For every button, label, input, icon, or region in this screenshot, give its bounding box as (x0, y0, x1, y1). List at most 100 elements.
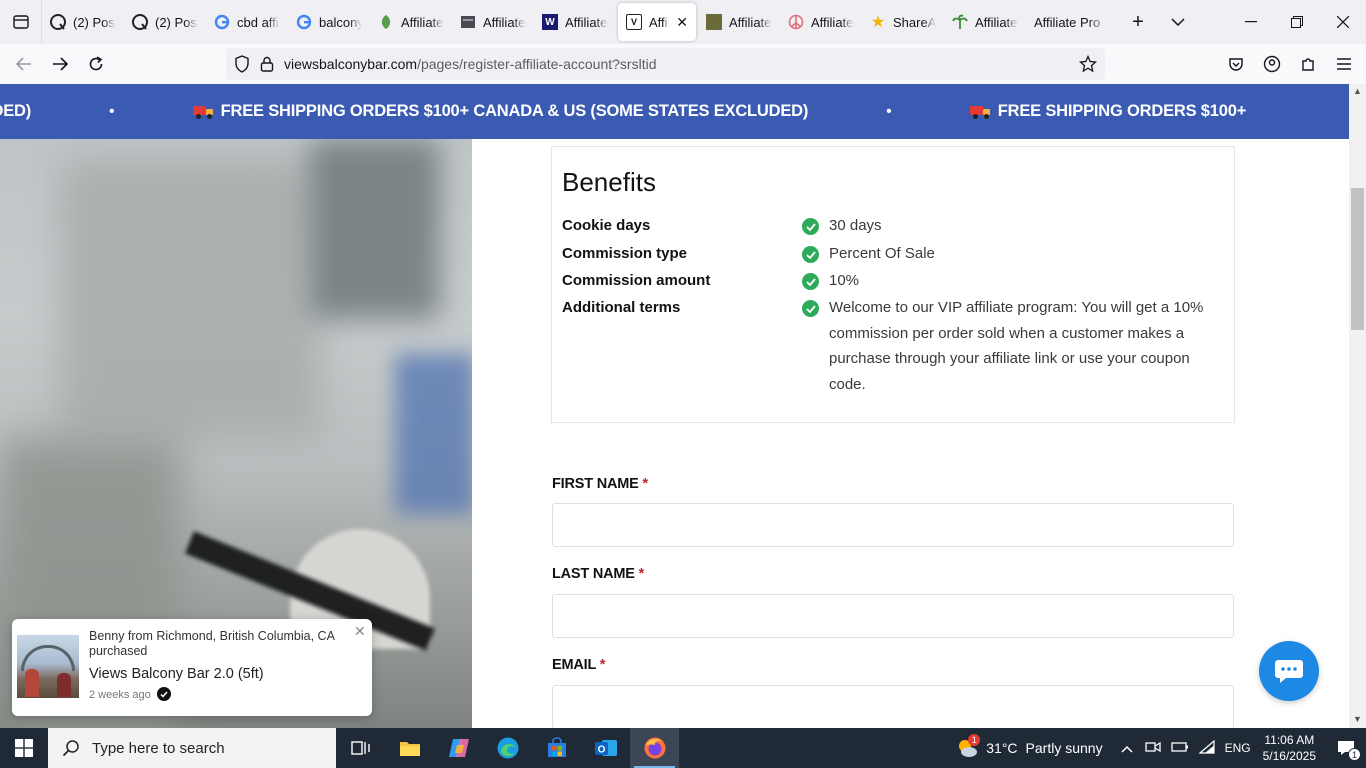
new-tab-button[interactable]: + (1118, 0, 1158, 44)
tab-label: (2) Post (73, 14, 116, 30)
address-bar[interactable]: viewsbalconybar.com/pages/register-affil… (226, 48, 1105, 80)
minimize-button[interactable] (1228, 0, 1274, 44)
partly-sunny-icon: 1 (956, 734, 981, 758)
menu-button[interactable] (1330, 48, 1358, 80)
verified-check-icon (157, 687, 171, 701)
tab-affiliate-active[interactable]: V Affili ✕ (618, 3, 696, 41)
scroll-up-icon[interactable]: ▲ (1353, 86, 1362, 96)
page-scrollbar[interactable]: ▲ ▼ (1349, 84, 1366, 728)
tab-affiliate-palm[interactable]: Affiliate (944, 0, 1026, 44)
edge-button[interactable] (483, 728, 532, 768)
page-icon (460, 14, 476, 30)
weather-desc: Partly sunny (1025, 740, 1103, 756)
benefit-key: Additional terms (562, 299, 681, 316)
shield-icon (235, 55, 249, 73)
copilot-icon (448, 739, 469, 757)
tab-quora-2[interactable]: (2) Post (124, 0, 206, 44)
tab-label: cbd affi (237, 14, 279, 30)
star-icon: ★ (870, 14, 886, 31)
file-explorer-button[interactable] (385, 728, 434, 768)
close-popup-icon[interactable]: ✕ (354, 623, 366, 640)
required-mark: * (638, 566, 645, 582)
forward-button[interactable] (42, 48, 78, 80)
url-path: /pages/register-affiliate-account?srslti… (417, 56, 657, 72)
scroll-thumb[interactable] (1351, 188, 1364, 330)
tab-affiliate-leaf[interactable]: Affiliate (370, 0, 452, 44)
tab-label: Affiliate (565, 14, 608, 30)
tab-affiliate-page[interactable]: Affiliate (452, 0, 534, 44)
email-input[interactable] (552, 685, 1234, 728)
weather-temp: 31°C (986, 740, 1018, 756)
wifi-icon[interactable] (1197, 739, 1215, 757)
restore-button[interactable] (1274, 0, 1320, 44)
quora-icon (132, 14, 148, 30)
firefox-button[interactable] (630, 728, 679, 768)
benefits-card: Benefits Cookie days 30 days Commission … (551, 146, 1235, 423)
reload-icon (89, 56, 103, 71)
recent-purchase-popup[interactable]: Benny from Richmond, British Columbia, C… (12, 619, 372, 716)
outlook-icon: O (594, 740, 617, 756)
tab-label: Affiliate Pro (1034, 14, 1101, 30)
input-language[interactable]: ENG (1225, 741, 1251, 755)
tab-google-balcony[interactable]: balcony (288, 0, 370, 44)
weather-alert-badge: 1 (968, 734, 981, 746)
firefox-view-button[interactable] (0, 0, 42, 44)
palm-icon (952, 14, 968, 30)
last-name-input[interactable] (552, 594, 1234, 638)
pocket-icon (1229, 58, 1243, 71)
benefit-value: Percent Of Sale (829, 245, 935, 262)
window-controls (1228, 0, 1366, 44)
extensions-button[interactable] (1294, 48, 1322, 80)
tab-label: Affiliate (401, 14, 444, 30)
benefit-key: Cookie days (562, 217, 651, 234)
meet-now-icon[interactable] (1144, 740, 1161, 757)
start-button[interactable] (0, 728, 48, 768)
google-icon (214, 14, 230, 30)
benefits-title: Benefits (562, 167, 656, 197)
weather-widget[interactable]: 1 31°C Partly sunny (956, 734, 1103, 758)
chat-widget-button[interactable] (1259, 641, 1319, 701)
clock[interactable]: 11:06 AM 5/16/2025 (1263, 732, 1316, 764)
tab-sharea[interactable]: ★ ShareA (862, 0, 944, 44)
peace-icon (788, 14, 804, 30)
chat-bubble-icon (1275, 660, 1303, 683)
tab-google-cbd[interactable]: cbd affi (206, 0, 288, 44)
w-icon: W (542, 14, 558, 30)
announcement-bar: ME STATES EXCLUDED) • FREE SHIPPING ORDE… (0, 84, 1349, 139)
show-hidden-icons-button[interactable] (1121, 740, 1133, 756)
notification-count-badge: 1 (1348, 748, 1361, 761)
close-tab-icon[interactable]: ✕ (676, 14, 688, 31)
restore-icon (1291, 16, 1303, 28)
tab-quora-1[interactable]: (2) Post (42, 0, 124, 44)
close-window-button[interactable] (1320, 0, 1366, 44)
action-center-button[interactable]: 1 (1326, 728, 1366, 768)
popup-product-name[interactable]: Views Balcony Bar 2.0 (5ft) (89, 666, 264, 682)
task-view-button[interactable] (336, 728, 385, 768)
tab-affiliate-olive[interactable]: Affiliate (698, 0, 780, 44)
list-all-tabs-button[interactable] (1158, 0, 1198, 44)
first-name-input[interactable] (552, 503, 1234, 547)
clock-time: 11:06 AM (1264, 733, 1315, 747)
back-button[interactable] (6, 48, 42, 80)
required-mark: * (642, 476, 648, 492)
copilot-button[interactable] (434, 728, 483, 768)
outlook-button[interactable]: O (581, 728, 630, 768)
tab-label: Affiliate (483, 14, 526, 30)
microsoft-store-button[interactable] (532, 728, 581, 768)
tab-affiliate-w[interactable]: W Affiliate (534, 0, 616, 44)
account-button[interactable] (1258, 48, 1286, 80)
lock-icon (260, 56, 274, 72)
scroll-down-icon[interactable]: ▼ (1353, 714, 1362, 724)
tab-affiliate-pro[interactable]: Affiliate Pro (1026, 0, 1118, 44)
reload-button[interactable] (78, 48, 114, 80)
tab-label: balcony (319, 14, 362, 30)
tab-label: Affili (649, 14, 669, 30)
battery-icon[interactable] (1170, 740, 1189, 756)
announcement-text: FREE SHIPPING ORDERS $100+ CANADA & US (… (220, 102, 809, 120)
bookmark-star-icon[interactable] (1078, 54, 1098, 76)
tab-affiliate-peace[interactable]: Affiliate (780, 0, 862, 44)
pocket-button[interactable] (1222, 48, 1250, 80)
announcement-item: ME STATES EXCLUDED) (0, 102, 31, 121)
windows-logo-icon (15, 739, 33, 757)
taskbar-search[interactable]: Type here to search (48, 728, 336, 768)
